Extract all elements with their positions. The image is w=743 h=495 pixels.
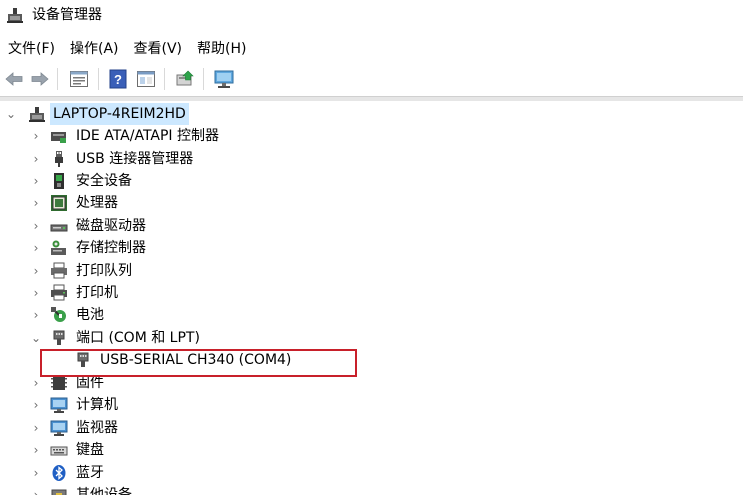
tree-item-usb-connector[interactable]: › USB 连接器管理器	[0, 148, 360, 170]
toolbar-divider	[0, 96, 743, 101]
chevron-right-icon[interactable]: ›	[30, 237, 42, 259]
battery-icon	[51, 307, 66, 322]
chevron-right-icon[interactable]: ›	[30, 215, 42, 237]
toolbar: ?	[0, 64, 743, 94]
chevron-right-icon[interactable]: ›	[30, 484, 42, 495]
tree-item-monitors[interactable]: › 监视器	[0, 417, 360, 439]
annotation-highlight-box	[40, 349, 357, 377]
tree-item-print-queue[interactable]: › 打印队列	[0, 260, 360, 282]
tree-root-label: LAPTOP-4REIM2HD	[50, 103, 189, 125]
monitor-icon	[214, 70, 234, 88]
usb-connector-icon	[55, 151, 63, 167]
tree-item-battery[interactable]: › 电池	[0, 304, 360, 326]
keyboard-icon	[50, 446, 68, 456]
tree-item-label: 电池	[76, 307, 104, 323]
other-device-icon	[51, 489, 67, 495]
chevron-right-icon[interactable]: ›	[30, 282, 42, 304]
chevron-right-icon[interactable]: ›	[30, 439, 42, 461]
processor-icon	[51, 195, 67, 211]
title-bar: 设备管理器	[0, 0, 743, 30]
tree-item-ide[interactable]: › IDE ATA/ATAPI 控制器	[0, 125, 360, 147]
chevron-right-icon[interactable]: ›	[30, 148, 42, 170]
computer-root-icon	[29, 107, 45, 122]
window-icon	[137, 71, 155, 87]
tree-item-label: 其他设备	[76, 487, 132, 495]
tree-item-processor[interactable]: › 处理器	[0, 192, 360, 214]
chevron-right-icon[interactable]: ›	[30, 170, 42, 192]
tree-item-label: 键盘	[76, 442, 104, 458]
tree-item-security[interactable]: › 安全设备	[0, 170, 360, 192]
tree-item-label: 端口 (COM 和 LPT)	[76, 330, 200, 346]
menu-file[interactable]: 文件(F)	[3, 38, 60, 60]
update-driver-icon	[176, 70, 194, 86]
tree-item-label: 监视器	[76, 420, 118, 436]
print-queue-icon	[51, 262, 67, 279]
arrow-left-icon	[5, 72, 23, 86]
device-manager-icon	[7, 8, 23, 23]
chevron-right-icon[interactable]: ›	[30, 417, 42, 439]
properties-button[interactable]	[68, 68, 90, 90]
scan-hardware-button[interactable]	[213, 68, 235, 90]
help-button[interactable]: ?	[107, 68, 129, 90]
tree-item-label: IDE ATA/ATAPI 控制器	[76, 128, 220, 144]
computer-icon	[50, 397, 68, 413]
tree-item-label: 安全设备	[76, 173, 132, 189]
arrow-right-icon	[31, 72, 49, 86]
device-manager-window: 设备管理器 文件(F) 操作(A) 查看(V) 帮助(H) ? ⌄ LAPTOP…	[0, 0, 743, 495]
chevron-down-icon[interactable]: ⌄	[5, 103, 17, 125]
menu-bar: 文件(F) 操作(A) 查看(V) 帮助(H)	[0, 37, 251, 61]
menu-action[interactable]: 操作(A)	[65, 38, 124, 60]
tree-item-label: 蓝牙	[76, 465, 104, 481]
tree-item-other-devices[interactable]: › 其他设备	[0, 484, 360, 495]
help-icon: ?	[109, 69, 127, 89]
toolbar-separator	[164, 68, 165, 90]
chevron-right-icon[interactable]: ›	[30, 304, 42, 326]
forward-button[interactable]	[29, 68, 51, 90]
tree-item-storage-controllers[interactable]: › 存储控制器	[0, 237, 360, 259]
tree-item-label: 计算机	[76, 397, 118, 413]
update-driver-button[interactable]	[174, 68, 196, 90]
security-device-icon	[54, 173, 64, 189]
toolbar-separator	[203, 68, 204, 90]
toolbar-separator	[98, 68, 99, 90]
storage-controller-icon	[51, 240, 66, 255]
tree-item-bluetooth[interactable]: › 蓝牙	[0, 462, 360, 484]
tree-item-label: 存储控制器	[76, 240, 146, 256]
back-button[interactable]	[3, 68, 25, 90]
show-hidden-button[interactable]	[135, 68, 157, 90]
monitor-icon	[50, 420, 68, 436]
tree-item-printers[interactable]: › 打印机	[0, 282, 360, 304]
menu-view[interactable]: 查看(V)	[129, 38, 188, 60]
tree-item-ports[interactable]: ⌄ 端口 (COM 和 LPT)	[0, 327, 360, 349]
properties-icon	[70, 71, 88, 87]
tree-item-label: 磁盘驱动器	[76, 218, 146, 234]
chevron-right-icon[interactable]: ›	[30, 192, 42, 214]
chevron-right-icon[interactable]: ›	[30, 394, 42, 416]
tree-item-label: USB 连接器管理器	[76, 151, 194, 167]
tree-item-keyboards[interactable]: › 键盘	[0, 439, 360, 461]
chevron-right-icon[interactable]: ›	[30, 125, 42, 147]
printer-icon	[51, 284, 67, 301]
tree-item-disk-drives[interactable]: › 磁盘驱动器	[0, 215, 360, 237]
chevron-right-icon[interactable]: ›	[30, 260, 42, 282]
svg-text:?: ?	[114, 72, 122, 87]
tree-item-label: 打印机	[76, 285, 118, 301]
chevron-down-icon[interactable]: ⌄	[30, 327, 42, 349]
port-icon	[53, 330, 65, 345]
disk-drive-icon	[50, 224, 68, 232]
tree-item-label: 处理器	[76, 195, 118, 211]
chevron-right-icon[interactable]: ›	[30, 462, 42, 484]
window-title: 设备管理器	[32, 7, 102, 23]
ide-controller-icon	[51, 132, 66, 143]
toolbar-separator	[57, 68, 58, 90]
tree-item-label: 打印队列	[76, 263, 132, 279]
menu-help[interactable]: 帮助(H)	[192, 38, 251, 60]
bluetooth-icon	[52, 465, 66, 481]
tree-item-computer[interactable]: › 计算机	[0, 394, 360, 416]
tree-root[interactable]: ⌄ LAPTOP-4REIM2HD	[0, 103, 300, 125]
